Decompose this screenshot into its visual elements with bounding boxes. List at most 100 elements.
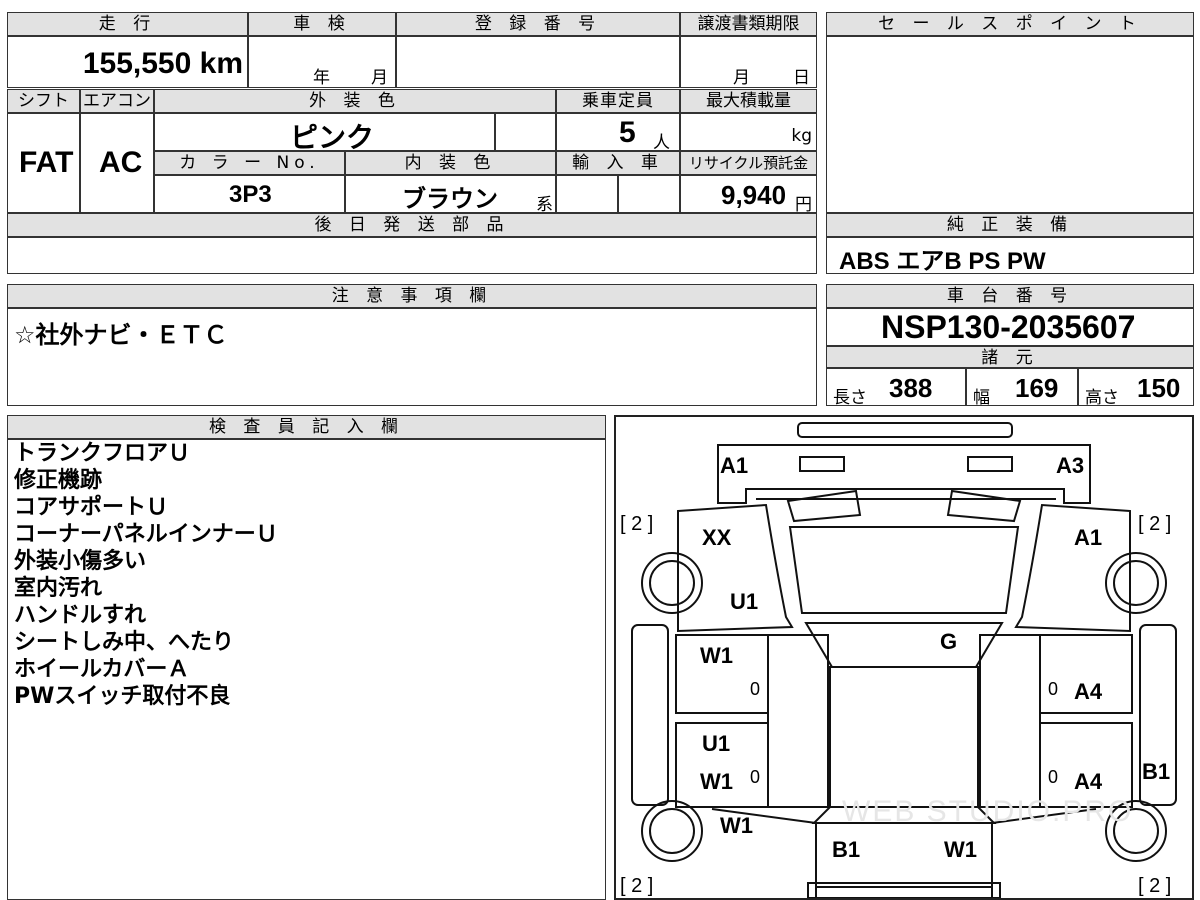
equipment-cell: ABS エアB PS PW	[826, 237, 1194, 275]
label-door-rear-left: W1	[700, 769, 733, 794]
interior-color-header: 内 装 色	[345, 151, 556, 175]
maxload-cell: kg	[680, 113, 817, 151]
car-diagram-frame: A1 A3 [ 2 ] [ 2 ] [ 2 ] [ 2 ] XX A1 U1 G…	[614, 415, 1194, 900]
note-line: PWスイッチ取付不良	[14, 684, 231, 709]
note-line: 修正機跡	[14, 468, 103, 493]
tire-rear-left: [ 2 ]	[620, 875, 654, 897]
spec-header: 諸 元	[826, 346, 1194, 368]
caution-value: ☆社外ナビ・ＥＴＣ	[14, 321, 228, 349]
shift-header: シフト	[7, 89, 80, 113]
tire-front-left: [ 2 ]	[620, 513, 654, 535]
width-label: 幅	[973, 388, 990, 408]
color-number-header: カ ラ ー No.	[154, 151, 345, 175]
inspector-notes: トランクフロアＵ 修正機跡 コアサポートＵ コーナーパネルインナーＵ 外装小傷多…	[7, 439, 606, 900]
label-rear-right: W1	[944, 837, 977, 862]
ac-header: エアコン	[80, 89, 154, 113]
recycle-unit: 円	[795, 195, 812, 215]
height-label: 高さ	[1085, 388, 1119, 408]
note-line: ハンドルすれ	[14, 603, 147, 628]
later-parts-header: 後 日 発 送 部 品	[7, 213, 817, 237]
note-line: トランクフロアＵ	[14, 441, 191, 466]
shaken-cell: 年 月	[248, 36, 396, 88]
chassis-header: 車 台 番 号	[826, 284, 1194, 308]
mileage-value: 155,550 km	[82, 47, 243, 80]
shaken-year: 年	[313, 68, 330, 88]
caution-cell: ☆社外ナビ・ＥＴＣ	[7, 308, 817, 406]
tire-front-right: [ 2 ]	[1138, 513, 1172, 535]
transfer-month: 月	[733, 68, 750, 88]
note-line: コアサポートＵ	[14, 495, 169, 520]
capacity-header: 乗車定員	[556, 89, 680, 113]
transfer-cell: 月 日	[680, 36, 817, 88]
ac-value: AC	[99, 146, 143, 179]
length-label: 長さ	[833, 388, 867, 408]
label-rear-left: B1	[832, 837, 861, 862]
note-line: 外装小傷多い	[14, 549, 147, 574]
height-cell: 高さ 150	[1078, 368, 1194, 408]
mileage-cell: 155,550 km	[7, 36, 248, 88]
zero-mark: 0	[1048, 679, 1059, 699]
exterior-color-cell: ピンク	[154, 113, 495, 154]
import-header: 輸 入 車	[556, 151, 680, 175]
inspector-header: 検 査 員 記 入 欄	[7, 415, 606, 439]
chassis-value: NSP130-2035607	[881, 309, 1136, 345]
zero-mark: 0	[1048, 767, 1059, 787]
label-fender-left: XX	[702, 525, 732, 550]
note-line: ホイールカバーＡ	[14, 657, 190, 682]
shaken-month: 月	[371, 68, 388, 88]
exterior-color-header: 外 装 色	[154, 89, 556, 113]
sales-point-header: セ ー ル ス ポ イ ン ト	[826, 12, 1194, 36]
label-door-rear-right: A4	[1074, 769, 1103, 794]
transfer-deadline-header: 譲渡書類期限	[680, 12, 817, 36]
interior-color-cell: ブラウン 系	[345, 175, 556, 215]
width-value: 169	[1015, 373, 1059, 403]
label-quarter-left: W1	[720, 813, 753, 838]
color-number-value: 3P3	[229, 181, 272, 208]
label-door-rear-left-top: U1	[702, 731, 731, 756]
label-rocker-right: B1	[1142, 759, 1171, 784]
shaken-header: 車 検	[248, 12, 396, 36]
zero-mark: 0	[750, 767, 761, 787]
registration-cell	[396, 36, 680, 88]
label-door-front-right: A4	[1074, 679, 1103, 704]
length-cell: 長さ 388	[826, 368, 966, 408]
note-line: 室内汚れ	[14, 576, 103, 601]
note-line: コーナーパネルインナーＵ	[14, 522, 278, 547]
import-cell-b	[618, 175, 680, 213]
color-number-cell: 3P3	[154, 175, 345, 213]
maxload-header: 最大積載量	[680, 89, 817, 113]
note-line: シートしみ中、へたり	[14, 630, 235, 655]
transfer-day: 日	[793, 68, 810, 88]
label-windshield: G	[940, 629, 958, 654]
label-fender-right: A1	[1074, 525, 1103, 550]
exterior-color-extra	[495, 113, 556, 151]
height-value: 150	[1137, 373, 1181, 403]
ac-cell: AC	[80, 113, 154, 213]
zero-mark: 0	[750, 679, 761, 699]
caution-header: 注 意 事 項 欄	[7, 284, 817, 308]
recycle-header: リサイクル預託金	[680, 151, 817, 175]
recycle-value: 9,940	[721, 180, 787, 210]
chassis-cell: NSP130-2035607	[826, 308, 1194, 346]
label-door-front-left: W1	[700, 643, 733, 668]
recycle-cell: 9,940 円	[680, 175, 817, 215]
shift-cell: FAT	[7, 113, 80, 213]
label-front-right: A3	[1056, 453, 1085, 478]
length-value: 388	[889, 373, 933, 403]
watermark: WEB STUDIO.PRO	[842, 795, 1134, 828]
capacity-cell: 5 人	[556, 113, 680, 153]
interior-color-value: ブラウン	[402, 185, 498, 213]
sales-point-cell	[826, 36, 1194, 213]
import-cell-a	[556, 175, 618, 213]
label-front-left: A1	[720, 453, 749, 478]
maxload-unit: kg	[791, 126, 812, 146]
tire-rear-right: [ 2 ]	[1138, 875, 1172, 897]
exterior-color-value: ピンク	[290, 121, 375, 154]
capacity-value: 5	[619, 116, 636, 149]
label-pillar-left: U1	[730, 589, 759, 614]
later-parts-cell	[7, 237, 817, 274]
width-cell: 幅 169	[966, 368, 1078, 408]
equipment-header: 純 正 装 備	[826, 213, 1194, 237]
registration-header: 登 録 番 号	[396, 12, 680, 36]
shift-value: FAT	[19, 146, 74, 179]
